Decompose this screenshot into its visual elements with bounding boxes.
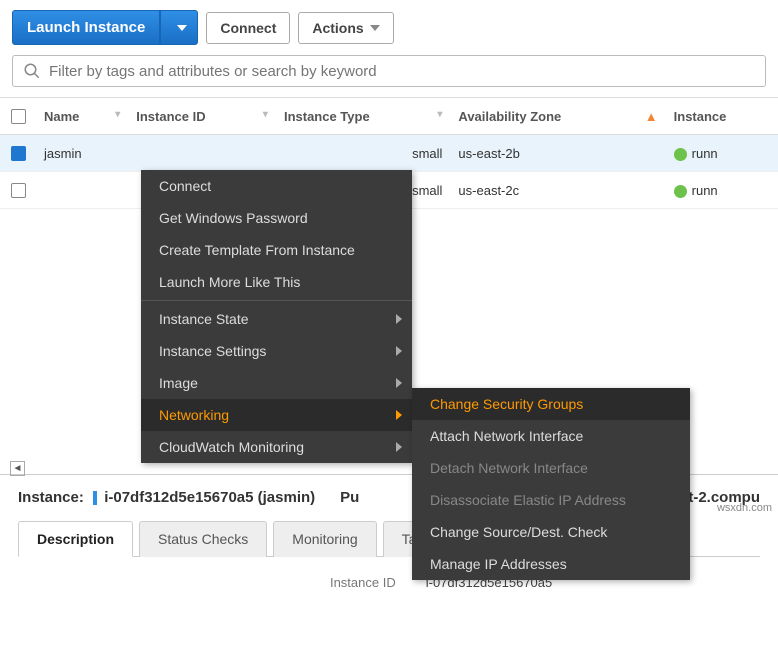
col-checkbox[interactable] [0, 98, 36, 135]
status-running-icon [674, 185, 687, 198]
toolbar: Launch Instance Connect Actions [0, 0, 778, 55]
table-row[interactable]: jasmin small us-east-2b runn [0, 135, 778, 172]
submenu-detach-network-interface: Detach Network Interface [412, 452, 690, 484]
actions-button[interactable]: Actions [298, 12, 393, 44]
cell-az: us-east-2b [450, 135, 665, 172]
menu-instance-state[interactable]: Instance State [141, 303, 412, 335]
col-label: Name [44, 109, 79, 124]
menu-label: Instance State [159, 311, 249, 327]
menu-create-template[interactable]: Create Template From Instance [141, 234, 412, 266]
checkbox-checked-icon[interactable] [11, 146, 26, 161]
menu-networking[interactable]: Networking [141, 399, 412, 431]
submenu-attach-network-interface[interactable]: Attach Network Interface [412, 420, 690, 452]
col-instance-type[interactable]: Instance Type ▾ [276, 98, 450, 135]
cell-az: us-east-2c [450, 172, 665, 209]
submenu-change-source-dest-check[interactable]: Change Source/Dest. Check [412, 516, 690, 548]
cell-type: small [276, 135, 450, 172]
tab-status-checks[interactable]: Status Checks [139, 521, 267, 557]
col-label: Availability Zone [458, 109, 561, 124]
chevron-right-icon [396, 442, 402, 452]
menu-connect[interactable]: Connect [141, 170, 412, 202]
menu-get-windows-password[interactable]: Get Windows Password [141, 202, 412, 234]
chevron-right-icon [396, 346, 402, 356]
checkbox-icon [11, 109, 26, 124]
detail-public-label-truncated: Pu [340, 489, 359, 506]
menu-cloudwatch-monitoring[interactable]: CloudWatch Monitoring [141, 431, 412, 463]
detail-label: Instance: [18, 489, 84, 506]
search-input[interactable] [49, 63, 755, 80]
state-text: runn [692, 183, 718, 198]
chevron-right-icon [396, 314, 402, 324]
submenu-manage-ip-addresses[interactable]: Manage IP Addresses [412, 548, 690, 580]
col-label: Instance [674, 109, 727, 124]
watermark: wsxdn.com [717, 502, 772, 514]
col-availability-zone[interactable]: Availability Zone ▲ [450, 98, 665, 135]
tab-description[interactable]: Description [18, 521, 133, 557]
actions-label: Actions [312, 20, 363, 36]
state-text: runn [692, 146, 718, 161]
col-label: Instance ID [136, 109, 205, 124]
submenu-disassociate-eip: Disassociate Elastic IP Address [412, 484, 690, 516]
connect-button[interactable]: Connect [206, 12, 290, 44]
context-menu: Connect Get Windows Password Create Temp… [141, 170, 412, 463]
sort-icon: ▾ [115, 109, 120, 120]
cell-state: runn [666, 172, 778, 209]
scroll-left-button[interactable]: ◄ [10, 461, 25, 476]
sort-icon: ▾ [263, 109, 268, 120]
menu-label: Image [159, 375, 198, 391]
context-submenu-networking: Change Security Groups Attach Network In… [412, 388, 690, 580]
search-icon [23, 62, 41, 80]
chevron-right-icon [396, 410, 402, 420]
menu-image[interactable]: Image [141, 367, 412, 399]
detail-instance-id: i-07df312d5e15670a5 (jasmin) [104, 489, 315, 506]
table-header-row: Name ▾ Instance ID ▾ Instance Type ▾ Availa… [0, 98, 778, 135]
status-running-icon [674, 148, 687, 161]
col-instance-id[interactable]: Instance ID ▾ [128, 98, 276, 135]
selection-bar-icon [93, 491, 97, 505]
cell-name [36, 172, 128, 209]
caret-down-icon [370, 25, 380, 31]
menu-separator [141, 300, 412, 301]
menu-label: CloudWatch Monitoring [159, 439, 304, 455]
col-name[interactable]: Name ▾ [36, 98, 128, 135]
cell-state: runn [666, 135, 778, 172]
col-label: Instance Type [284, 109, 370, 124]
sort-asc-icon: ▲ [645, 109, 658, 124]
launch-instance-button[interactable]: Launch Instance [12, 10, 160, 45]
launch-instance-dropdown[interactable] [160, 10, 198, 45]
kv-key: Instance ID [226, 575, 396, 590]
caret-down-icon [177, 25, 187, 31]
chevron-right-icon [396, 378, 402, 388]
search-bar [0, 55, 778, 97]
cell-iid [128, 135, 276, 172]
menu-launch-more-like-this[interactable]: Launch More Like This [141, 266, 412, 298]
menu-label: Networking [159, 407, 229, 423]
checkbox-icon[interactable] [11, 183, 26, 198]
cell-name: jasmin [36, 135, 128, 172]
submenu-change-security-groups[interactable]: Change Security Groups [412, 388, 690, 420]
sort-icon: ▾ [437, 109, 442, 120]
tab-monitoring[interactable]: Monitoring [273, 521, 376, 557]
col-instance-state[interactable]: Instance [666, 98, 778, 135]
menu-instance-settings[interactable]: Instance Settings [141, 335, 412, 367]
menu-label: Instance Settings [159, 343, 266, 359]
